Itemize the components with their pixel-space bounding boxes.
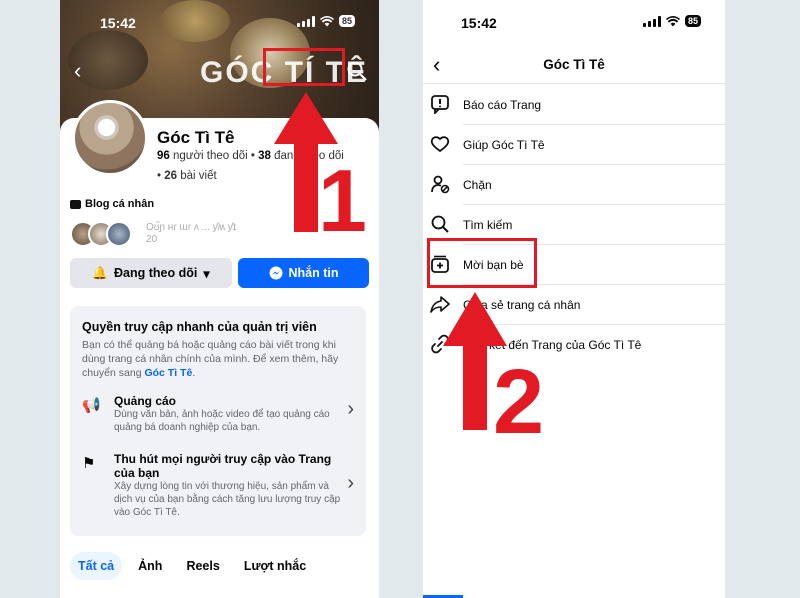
wifi-icon (665, 15, 680, 26)
avatar[interactable] (72, 100, 148, 176)
following-button[interactable]: 🔔 Đang theo dõi ▾ (70, 258, 232, 288)
admin-desc-text: Bạn có thể quảng bá hoặc quảng cáo bài v… (82, 339, 339, 379)
followers-label: người theo dõi (173, 150, 248, 162)
status-time: 15:42 (100, 15, 136, 31)
search-icon (429, 214, 451, 236)
mutual-text-line2: 20 (146, 234, 158, 245)
profile-tabs: Tất cả Ảnh Reels Lượt nhắc (70, 552, 314, 580)
mutual-text-line1: Oʊ̃ɲ ʜɾ ɯɾ ʌ ... ƴʍ ƴɪ (146, 222, 237, 233)
tab-mentions[interactable]: Lượt nhắc (236, 552, 314, 580)
menu-item-label: Giúp Góc Tì Tê (463, 137, 545, 152)
admin-quick-access-panel: Quyền truy cập nhanh của quản trị viên B… (70, 306, 366, 536)
step2-number: 2 (493, 351, 545, 453)
menu-item-block[interactable]: Chặn (431, 165, 725, 205)
status-time: 15:42 (461, 15, 497, 31)
bell-icon: 🔔 (92, 265, 108, 280)
status-icons: 85 (296, 15, 355, 27)
left-phone-screen: 15:42 85 ‹ GÓC TÍ TÊ Góc Tì Tê 96 người … (60, 0, 379, 598)
message-button-label: Nhắn tin (288, 266, 339, 280)
followers-count: 96 (157, 150, 170, 162)
menu-item-label: Báo cáo Trang (463, 97, 542, 112)
menu-item-label: Chặn (463, 177, 492, 192)
following-count: 38 (258, 150, 271, 162)
ads-title: Quảng cáo (114, 394, 177, 408)
posts-label: bài viết (180, 170, 217, 182)
posts-count: 26 (164, 170, 178, 182)
signal-icon (296, 15, 315, 27)
tab-photos[interactable]: Ảnh (130, 552, 170, 580)
tab-all[interactable]: Tất cả (70, 552, 123, 580)
tab-reels[interactable]: Reels (178, 552, 227, 580)
page-category: Blog cá nhân (70, 198, 154, 210)
page-title: Góc Tì Tê (543, 57, 605, 72)
category-icon (70, 199, 81, 209)
attract-description: Xây dựng lòng tin với thương hiệu, sản p… (114, 481, 341, 518)
caret-down-icon: ▾ (203, 266, 210, 281)
attract-visitors-row[interactable]: ⚑ Thu hút mọi người truy cập vào Trang c… (82, 452, 354, 519)
ads-description: Dùng văn bản, ảnh hoặc video để tạo quản… (114, 409, 330, 433)
message-button[interactable]: Nhắn tin (238, 258, 369, 288)
signal-icon (642, 15, 661, 27)
chevron-right-icon: › (347, 472, 354, 494)
menu-item-label: Tìm kiếm (463, 217, 513, 232)
right-phone-screen: 15:42 85 ‹ Góc Tì Tê Báo cáo Trang Giúp … (423, 0, 725, 598)
admin-panel-description: Bạn có thể quảng bá hoặc quảng cáo bài v… (82, 338, 354, 380)
posts-stat: • 26 bài viết (157, 170, 217, 182)
category-label: Blog cá nhân (85, 198, 155, 210)
block-user-icon (429, 174, 451, 196)
menu-item-help-page[interactable]: Giúp Góc Tì Tê (430, 125, 725, 165)
following-button-label: Đang theo dõi (113, 266, 198, 280)
heart-hands-icon (429, 134, 451, 156)
back-arrow-icon[interactable]: ‹ (74, 58, 81, 84)
flag-icon: ⚑ (82, 455, 96, 472)
report-icon (429, 94, 451, 116)
friend-avatar (106, 221, 132, 247)
mutual-friends-text: Oʊ̃ɲ ʜɾ ɯɾ ʌ ... ƴʍ ƴɪ 20 (146, 222, 236, 246)
step1-number: 1 (318, 151, 367, 250)
admin-panel-title: Quyền truy cập nhanh của quản trị viên (82, 320, 317, 334)
messenger-icon (269, 266, 282, 280)
search-icon[interactable] (346, 60, 368, 82)
status-icons: 85 (642, 15, 701, 27)
battery-indicator: 85 (684, 15, 701, 27)
ads-row[interactable]: 📢 Quảng cáo Dùng văn bản, ảnh hoặc video… (82, 394, 354, 434)
page-title: Góc Tì Tê (157, 128, 235, 147)
status-bar: 15:42 85 (423, 10, 725, 34)
mutual-friends-avatars[interactable] (70, 221, 132, 247)
wifi-icon (319, 15, 334, 26)
switch-page-link[interactable]: Góc Tì Tê (144, 367, 192, 379)
chevron-right-icon: › (347, 398, 354, 420)
menu-item-report[interactable]: Báo cáo Trang (431, 85, 725, 125)
megaphone-icon: 📢 (82, 397, 101, 414)
page-menu-header: ‹ Góc Tì Tê (423, 50, 725, 84)
battery-indicator: 85 (338, 15, 355, 27)
admin-desc-suffix: . (192, 367, 196, 379)
attract-title: Thu hút mọi người truy cập vào Trang của… (114, 452, 332, 480)
highlight-box-step2 (427, 238, 537, 288)
status-bar: 15:42 85 (60, 10, 379, 34)
highlight-box-step1 (263, 48, 345, 86)
